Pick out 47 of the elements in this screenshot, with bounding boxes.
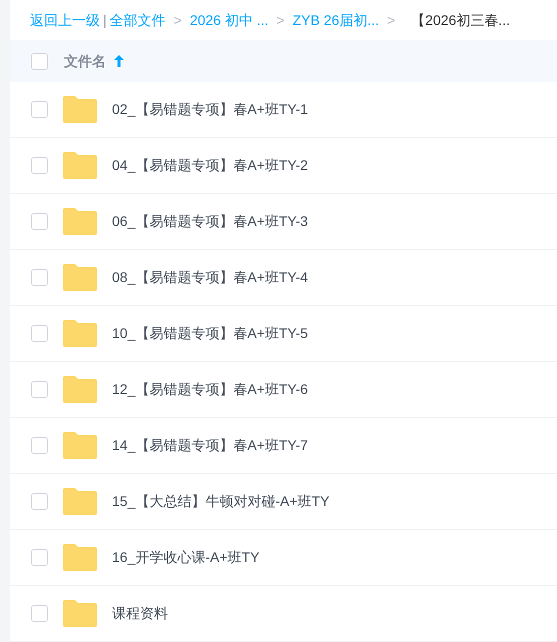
checkbox[interactable] — [31, 605, 48, 622]
file-row[interactable]: 08_【易错题专项】春A+班TY-4 — [10, 250, 557, 306]
file-name: 12_【易错题专项】春A+班TY-6 — [112, 380, 308, 399]
checkbox[interactable] — [31, 493, 48, 510]
folder-icon — [63, 600, 97, 627]
folder-icon — [63, 320, 97, 347]
breadcrumb-link[interactable]: 【2026初三春... — [411, 10, 510, 31]
folder-icon — [63, 96, 97, 123]
file-row[interactable]: 04_【易错题专项】春A+班TY-2 — [10, 138, 557, 194]
folder-icon — [63, 488, 97, 515]
folder-icon — [63, 376, 97, 403]
checkbox[interactable] — [31, 101, 48, 118]
folder-icon — [63, 208, 97, 235]
file-row[interactable]: 15_【大总结】牛顿对对碰-A+班TY — [10, 474, 557, 530]
checkbox[interactable] — [31, 52, 48, 70]
checkbox[interactable] — [31, 325, 48, 342]
file-row[interactable]: 课程资料 — [10, 586, 557, 642]
folder-icon — [63, 544, 97, 571]
folder-icon — [63, 152, 97, 179]
file-name: 08_【易错题专项】春A+班TY-4 — [112, 268, 308, 287]
checkbox[interactable] — [31, 381, 48, 398]
file-row[interactable]: 14_【易错题专项】春A+班TY-7 — [10, 418, 557, 474]
file-row[interactable]: 16_开学收心课-A+班TY — [10, 530, 557, 586]
file-row[interactable]: 06_【易错题专项】春A+班TY-3 — [10, 194, 557, 250]
divider-text: | — [103, 10, 107, 30]
folder-icon — [63, 432, 97, 459]
file-name: 02_【易错题专项】春A+班TY-1 — [112, 100, 308, 119]
checkbox[interactable] — [31, 269, 48, 286]
file-name: 课程资料 — [112, 604, 168, 623]
checkbox[interactable] — [31, 157, 48, 174]
file-row[interactable]: 02_【易错题专项】春A+班TY-1 — [10, 82, 557, 138]
folder-icon — [63, 264, 97, 291]
checkbox[interactable] — [31, 549, 48, 566]
file-name: 15_【大总结】牛顿对对碰-A+班TY — [112, 492, 330, 511]
separator-text: > — [174, 10, 182, 30]
separator-text: > — [386, 10, 396, 30]
file-name: 04_【易错题专项】春A+班TY-2 — [112, 156, 308, 175]
file-row[interactable]: 12_【易错题专项】春A+班TY-6 — [10, 362, 557, 418]
file-name: 16_开学收心课-A+班TY — [112, 548, 260, 567]
file-name: 14_【易错题专项】春A+班TY-7 — [112, 436, 308, 455]
file-name: 10_【易错题专项】春A+班TY-5 — [112, 324, 308, 343]
sort-arrow-icon[interactable] — [114, 55, 124, 68]
file-name: 06_【易错题专项】春A+班TY-3 — [112, 212, 308, 231]
checkbox[interactable] — [31, 437, 48, 454]
separator-text: > — [276, 10, 285, 30]
file-row[interactable]: 10_【易错题专项】春A+班TY-5 — [10, 306, 557, 362]
checkbox[interactable] — [31, 213, 48, 230]
